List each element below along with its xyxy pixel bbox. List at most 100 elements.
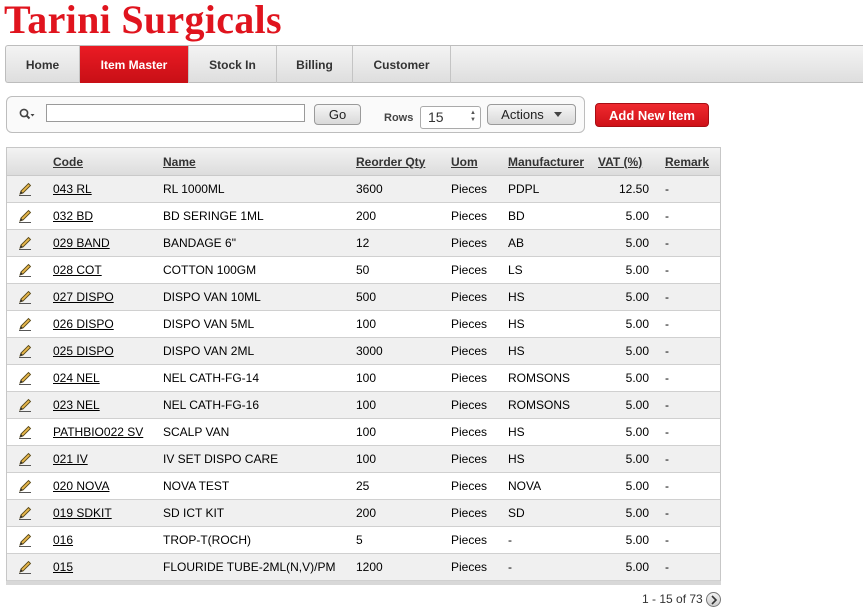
remark-cell: - <box>661 364 720 392</box>
vat-cell: 12.50 <box>594 175 661 203</box>
reorder-qty-cell: 12 <box>352 229 447 257</box>
remark-cell: - <box>661 499 720 527</box>
header-vat[interactable]: VAT (%) <box>594 148 661 176</box>
item-code-link[interactable]: 019 SDKIT <box>53 506 112 520</box>
add-new-item-button[interactable]: Add New Item <box>595 103 709 127</box>
edit-pencil-icon[interactable] <box>17 289 33 305</box>
tab-stock-in[interactable]: Stock In <box>189 46 277 83</box>
edit-pencil-icon[interactable] <box>17 370 33 386</box>
name-cell: IV SET DISPO CARE <box>159 445 352 473</box>
reorder-qty-cell: 1200 <box>352 553 447 581</box>
code-cell: PATHBIO022 SV <box>49 418 159 446</box>
tab-item-master[interactable]: Item Master <box>80 46 189 83</box>
rows-select[interactable]: 15 ▲ ▼ <box>420 106 481 129</box>
item-code-link[interactable]: 025 DISPO <box>53 344 114 358</box>
header-remark[interactable]: Remark <box>661 148 720 176</box>
code-cell: 020 NOVA <box>49 472 159 500</box>
reorder-qty-cell: 100 <box>352 418 447 446</box>
edit-pencil-icon[interactable] <box>17 451 33 467</box>
manufacturer-cell: HS <box>504 283 594 311</box>
name-cell: NEL CATH-FG-16 <box>159 391 352 419</box>
horizontal-scrollbar[interactable] <box>6 581 721 585</box>
item-code-link[interactable]: 029 BAND <box>53 236 110 250</box>
edit-pencil-icon[interactable] <box>17 343 33 359</box>
go-button[interactable]: Go <box>314 104 361 125</box>
item-code-link[interactable]: 032 BD <box>53 209 93 223</box>
item-code-link[interactable]: 016 <box>53 533 73 547</box>
header-name[interactable]: Name <box>159 148 352 176</box>
item-code-link[interactable]: 043 RL <box>53 182 92 196</box>
code-cell: 028 COT <box>49 256 159 284</box>
item-code-link[interactable]: 026 DISPO <box>53 317 114 331</box>
remark-cell: - <box>661 391 720 419</box>
table-header-row: Code Name Reorder Qty Uom Manufacturer V… <box>7 148 720 176</box>
name-cell: NOVA TEST <box>159 472 352 500</box>
table-row: 029 BAND BANDAGE 6" 12 Pieces AB 5.00- <box>7 229 720 257</box>
edit-cell <box>7 499 49 527</box>
edit-pencil-icon[interactable] <box>17 559 33 575</box>
table-body: 043 RL RL 1000ML 3600 Pieces PDPL 12.50-032 B… <box>7 175 720 581</box>
header-code[interactable]: Code <box>49 148 159 176</box>
item-code-link[interactable]: 028 COT <box>53 263 102 277</box>
edit-pencil-icon[interactable] <box>17 424 33 440</box>
edit-pencil-icon[interactable] <box>17 478 33 494</box>
vat-cell: 5.00 <box>594 445 661 473</box>
edit-cell <box>7 256 49 284</box>
header-manufacturer[interactable]: Manufacturer <box>504 148 594 176</box>
vat-cell: 5.00 <box>594 391 661 419</box>
remark-cell: - <box>661 256 720 284</box>
vat-cell: 5.00 <box>594 283 661 311</box>
item-code-link[interactable]: 020 NOVA <box>53 479 109 493</box>
reorder-qty-cell: 100 <box>352 391 447 419</box>
item-code-link[interactable]: PATHBIO022 SV <box>53 425 143 439</box>
next-page-icon[interactable] <box>706 592 721 607</box>
search-icon[interactable] <box>19 108 35 122</box>
edit-pencil-icon[interactable] <box>17 262 33 278</box>
remark-cell: - <box>661 418 720 446</box>
edit-pencil-icon[interactable] <box>17 532 33 548</box>
edit-pencil-icon[interactable] <box>17 181 33 197</box>
tab-customer[interactable]: Customer <box>353 46 451 83</box>
vat-cell: 5.00 <box>594 553 661 581</box>
code-cell: 043 RL <box>49 175 159 203</box>
table-row: 025 DISPO DISPO VAN 2ML 3000 Pieces HS 5.00- <box>7 337 720 365</box>
name-cell: DISPO VAN 10ML <box>159 283 352 311</box>
actions-button[interactable]: Actions <box>487 104 576 125</box>
tab-home[interactable]: Home <box>6 46 80 83</box>
items-table: Code Name Reorder Qty Uom Manufacturer V… <box>7 148 720 581</box>
item-code-link[interactable]: 024 NEL <box>53 371 100 385</box>
code-cell: 032 BD <box>49 202 159 230</box>
edit-pencil-icon[interactable] <box>17 316 33 332</box>
item-code-link[interactable]: 023 NEL <box>53 398 100 412</box>
edit-cell <box>7 472 49 500</box>
name-cell: FLOURIDE TUBE-2ML(N,V)/PM <box>159 553 352 581</box>
item-code-link[interactable]: 027 DISPO <box>53 290 114 304</box>
edit-cell <box>7 337 49 365</box>
code-cell: 016 <box>49 526 159 554</box>
edit-cell <box>7 418 49 446</box>
edit-pencil-icon[interactable] <box>17 208 33 224</box>
remark-cell: - <box>661 202 720 230</box>
vat-cell: 5.00 <box>594 499 661 527</box>
manufacturer-cell: NOVA <box>504 472 594 500</box>
edit-pencil-icon[interactable] <box>17 235 33 251</box>
reorder-qty-cell: 5 <box>352 526 447 554</box>
edit-pencil-icon[interactable] <box>17 505 33 521</box>
header-edit <box>7 148 49 176</box>
item-code-link[interactable]: 015 <box>53 560 73 574</box>
search-input[interactable] <box>46 104 305 122</box>
app-title: Tarini Surgicals <box>4 0 282 42</box>
uom-cell: Pieces <box>447 175 504 203</box>
table-row: 027 DISPO DISPO VAN 10ML 500 Pieces HS 5.00- <box>7 283 720 311</box>
rows-value: 15 <box>428 109 444 125</box>
manufacturer-cell: SD <box>504 499 594 527</box>
tab-billing[interactable]: Billing <box>277 46 353 83</box>
manufacturer-cell: HS <box>504 418 594 446</box>
code-cell: 015 <box>49 553 159 581</box>
edit-cell <box>7 202 49 230</box>
manufacturer-cell: ROMSONS <box>504 391 594 419</box>
item-code-link[interactable]: 021 IV <box>53 452 88 466</box>
header-reorder-qty[interactable]: Reorder Qty <box>352 148 447 176</box>
header-uom[interactable]: Uom <box>447 148 504 176</box>
edit-pencil-icon[interactable] <box>17 397 33 413</box>
